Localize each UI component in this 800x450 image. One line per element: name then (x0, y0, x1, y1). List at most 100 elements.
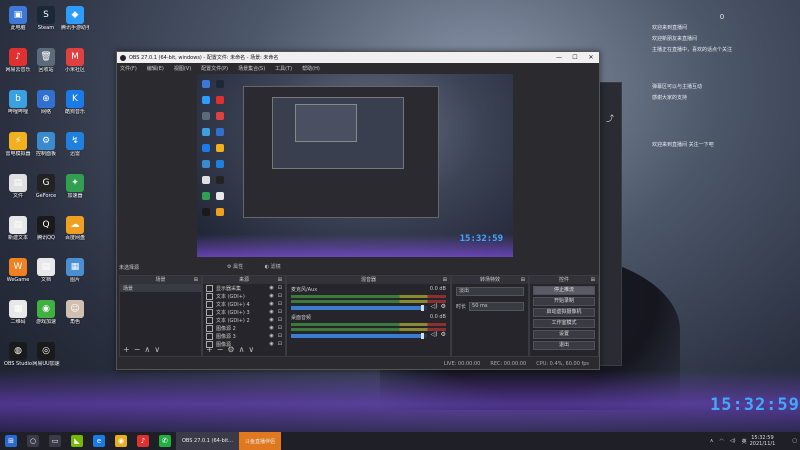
desktop-icon[interactable]: M 小米社区 (61, 48, 89, 73)
desktop-icon[interactable]: ♪ 网易云音乐 (4, 48, 32, 73)
control-button[interactable]: 设置 (533, 330, 595, 339)
start-button[interactable]: ⊞ (5, 435, 17, 447)
taskbar-clock[interactable]: 15:32:59 2021/11/1 (750, 435, 776, 447)
chrome-icon[interactable]: ◉ (115, 435, 127, 447)
obs-preview[interactable]: 15:32:59 (197, 74, 513, 257)
task-douyu[interactable]: 斗鱼直播伴侣 (238, 432, 281, 450)
source-item[interactable]: 文本 (GDI+) 4 ◉ ⊡ (203, 300, 285, 308)
visibility-icon[interactable]: ◉ (269, 325, 273, 331)
tray-expand-icon[interactable]: ∧ (710, 438, 714, 444)
visibility-icon[interactable]: ◉ (269, 317, 273, 323)
close-button[interactable]: ✕ (583, 54, 599, 61)
volume-slider[interactable] (291, 333, 427, 339)
visibility-icon[interactable]: ◉ (269, 285, 273, 291)
scenes-controls[interactable]: +−∧∨ (123, 345, 164, 354)
menu-item[interactable]: 文件(F) (120, 65, 137, 72)
desktop-icon[interactable]: ✦ 加速器 (61, 174, 89, 199)
speaker-icon[interactable]: ◁) (431, 303, 438, 310)
edge-icon[interactable]: e (93, 435, 105, 447)
desktop-icon[interactable]: K 酷狗音乐 (61, 90, 89, 115)
desktop-icon[interactable]: ☁ 百度网盘 (61, 216, 89, 241)
obs-window[interactable]: OBS 27.0.1 (64-bit, windows) - 配置文件: 未命名… (116, 51, 600, 370)
desktop-icon[interactable]: ◆ 腾讯手游助手 (61, 6, 89, 31)
scene-item[interactable]: 场景 (120, 284, 201, 292)
obs-titlebar[interactable]: OBS 27.0.1 (64-bit, windows) - 配置文件: 未命名… (117, 52, 599, 63)
desktop-icon[interactable]: ☺ 角色 (61, 300, 89, 325)
menu-item[interactable]: 视图(V) (174, 65, 191, 72)
desktop-icon[interactable]: ▤ 文档 (32, 258, 60, 283)
desktop-icon[interactable]: 🗑 回收站 (32, 48, 60, 73)
source-item[interactable]: 图像源 2 ◉ ⊡ (203, 324, 285, 332)
task-obs[interactable]: OBS 27.0.1 (64-bit... (176, 432, 239, 450)
desktop-icon[interactable]: ⊕ 网络 (32, 90, 60, 115)
menu-item[interactable]: 配置文件(P) (201, 65, 228, 72)
desktop-icon[interactable]: ◍ OBS Studio (4, 342, 32, 367)
lock-icon[interactable]: ⊡ (278, 341, 282, 347)
volume-slider[interactable] (291, 305, 427, 311)
dock-close-icon[interactable]: ⊞ (278, 276, 282, 284)
nvidia-icon[interactable]: ◣ (71, 435, 83, 447)
menu-item[interactable]: 帮助(H) (302, 65, 320, 72)
channel-settings-icon[interactable]: ⚙ (441, 303, 446, 310)
dock-close-icon[interactable]: ⊞ (194, 276, 198, 284)
share-icon[interactable]: ⤴ (606, 113, 614, 124)
speaker-icon[interactable]: ◁) (431, 331, 438, 338)
lock-icon[interactable]: ⊡ (278, 333, 282, 339)
background-window[interactable]: ⤴ (598, 82, 622, 366)
source-item[interactable]: 文本 (GDI+) ◉ ⊡ (203, 292, 285, 300)
desktop-icon[interactable]: ⚡ 雷电模拟器 (4, 132, 32, 157)
lock-icon[interactable]: ⊡ (278, 301, 282, 307)
desktop-icon[interactable]: ▣ 此电脑 (4, 6, 32, 31)
visibility-icon[interactable]: ◉ (269, 341, 273, 347)
dock-close-icon[interactable]: ⊞ (591, 276, 595, 284)
network-icon[interactable]: ◠ (719, 438, 723, 444)
desktop-icon[interactable]: ▤ 文件 (4, 174, 32, 199)
filters-button[interactable]: ◐ 滤镜 (265, 264, 291, 270)
source-item[interactable]: 显示器采集 ◉ ⊡ (203, 284, 285, 292)
wechat-icon[interactable]: ✆ (159, 435, 171, 447)
lock-icon[interactable]: ⊡ (278, 293, 282, 299)
desktop-icon[interactable]: ▦ 二维码 (4, 300, 32, 325)
control-button[interactable]: 工作室模式 (533, 319, 595, 328)
minimize-button[interactable]: — (551, 54, 567, 61)
control-button[interactable]: 退出 (533, 341, 595, 350)
desktop-icon[interactable]: Q 腾讯QQ (32, 216, 60, 241)
menu-item[interactable]: 场景集合(S) (238, 65, 265, 72)
lock-icon[interactable]: ⊡ (278, 325, 282, 331)
netease-music-icon[interactable]: ♪ (137, 435, 149, 447)
source-item[interactable]: 文本 (GDI+) 3 ◉ ⊡ (203, 308, 285, 316)
desktop-icon[interactable]: ◉ 游戏加速 (32, 300, 60, 325)
desktop-icon[interactable]: ⚙ 控制面板 (32, 132, 60, 157)
visibility-icon[interactable]: ◉ (269, 333, 273, 339)
source-item[interactable]: 图像源 3 ◉ ⊡ (203, 332, 285, 340)
desktop-icon[interactable]: b 哔哩哔哩 (4, 90, 32, 115)
desktop-icon[interactable]: ↯ 迅雷 (61, 132, 89, 157)
ime-indicator[interactable]: 英 (742, 438, 747, 445)
desktop-icon[interactable]: ▦ 图片 (61, 258, 89, 283)
visibility-icon[interactable]: ◉ (269, 309, 273, 315)
control-button[interactable]: 停止推流 (533, 286, 595, 295)
dock-close-icon[interactable]: ⊞ (521, 276, 525, 284)
lock-icon[interactable]: ⊡ (278, 309, 282, 315)
task-view-icon[interactable]: ▭ (49, 435, 61, 447)
properties-button[interactable]: ⚙ 属性 (227, 264, 253, 270)
duration-input[interactable]: 50 ms (469, 302, 524, 311)
desktop-icon[interactable]: ▤ 新建文本 (4, 216, 32, 241)
sources-controls[interactable]: +−⚙∧∨ (206, 345, 258, 354)
menu-item[interactable]: 编辑(E) (147, 65, 164, 72)
desktop-icon[interactable]: S Steam (32, 6, 60, 31)
desktop-icon[interactable]: W WeGame (4, 258, 32, 283)
control-button[interactable]: 开始录制 (533, 297, 595, 306)
visibility-icon[interactable]: ◉ (269, 293, 273, 299)
desktop-icon[interactable]: G GeForce (32, 174, 60, 199)
visibility-icon[interactable]: ◉ (269, 301, 273, 307)
channel-settings-icon[interactable]: ⚙ (441, 331, 446, 338)
volume-icon[interactable]: ◁) (730, 438, 736, 444)
maximize-button[interactable]: ☐ (567, 54, 583, 61)
dock-close-icon[interactable]: ⊞ (443, 276, 447, 284)
desktop-icon[interactable]: ◎ 网易UU加速 (32, 342, 60, 367)
lock-icon[interactable]: ⊡ (278, 285, 282, 291)
control-button[interactable]: 启动虚拟摄像机 (533, 308, 595, 317)
menu-item[interactable]: 工具(T) (275, 65, 292, 72)
source-item[interactable]: 文本 (GDI+) 2 ◉ ⊡ (203, 316, 285, 324)
